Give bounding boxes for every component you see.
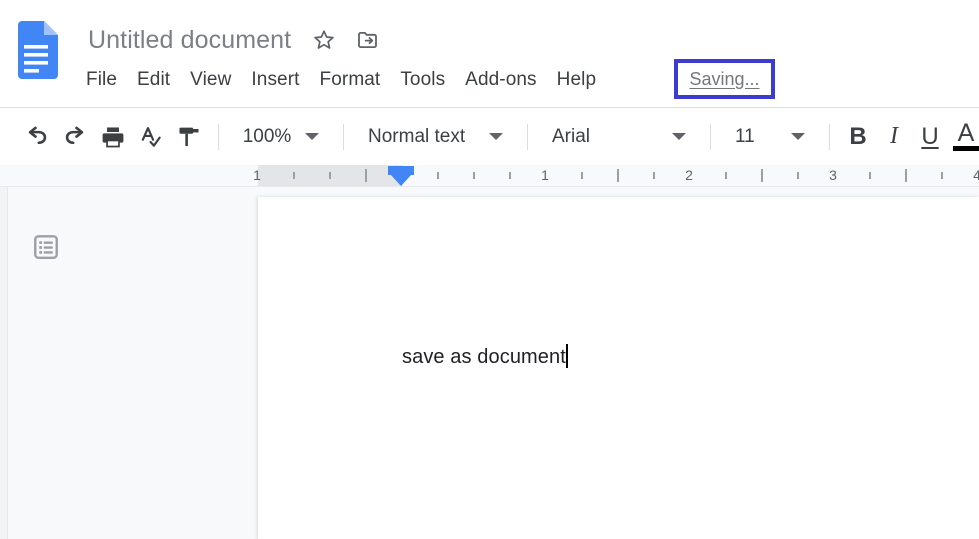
chevron-down-icon bbox=[791, 133, 805, 140]
menu-item-format[interactable]: Format bbox=[310, 67, 391, 93]
spell-check-button[interactable] bbox=[132, 118, 170, 156]
toolbar-divider bbox=[527, 123, 528, 150]
left-edge-strip bbox=[0, 187, 8, 539]
toolbar-divider bbox=[710, 123, 711, 150]
save-status-highlight: Saving... bbox=[674, 59, 775, 99]
ruler-tick bbox=[581, 172, 583, 179]
toolbar-divider bbox=[218, 123, 219, 150]
page-title[interactable]: Untitled document bbox=[86, 25, 293, 56]
ruler[interactable]: 1 1 2 3 4 bbox=[0, 165, 979, 187]
ruler-tick bbox=[329, 172, 331, 179]
move-to-folder-icon[interactable] bbox=[355, 27, 381, 53]
font-size-value: 11 bbox=[735, 125, 755, 147]
ruler-number: 2 bbox=[685, 167, 693, 183]
ruler-tick bbox=[941, 172, 943, 179]
print-button[interactable] bbox=[94, 118, 132, 156]
menu-bar: File Edit View Insert Format Tools Add-o… bbox=[86, 63, 606, 97]
ruler-tick bbox=[437, 172, 439, 179]
font-family-dropdown[interactable]: Arial bbox=[538, 119, 700, 155]
zoom-value: 100% bbox=[242, 125, 292, 147]
google-docs-logo-icon[interactable] bbox=[14, 21, 58, 79]
ruler-number: 1 bbox=[253, 167, 261, 183]
toolbar-divider bbox=[343, 123, 344, 150]
ruler-tick bbox=[293, 172, 295, 179]
formatting-toolbar: 100% Normal text Arial 11 B I U A bbox=[0, 108, 979, 165]
ruler-number: 4 bbox=[973, 167, 979, 183]
ruler-tick bbox=[617, 169, 619, 182]
bold-button[interactable]: B bbox=[840, 118, 876, 156]
ruler-tick bbox=[761, 169, 763, 182]
font-size-dropdown[interactable]: 11 bbox=[721, 119, 819, 155]
ruler-tick bbox=[509, 172, 511, 179]
left-indent-handle[interactable] bbox=[391, 175, 411, 186]
menu-item-help[interactable]: Help bbox=[547, 67, 606, 93]
google-docs-window: Untitled document File Edit View Insert … bbox=[0, 0, 979, 539]
header-bar: Untitled document File Edit View Insert … bbox=[0, 0, 979, 108]
document-page[interactable]: save as document bbox=[258, 197, 979, 539]
menu-item-addons[interactable]: Add-ons bbox=[455, 67, 546, 93]
zoom-dropdown[interactable]: 100% bbox=[229, 119, 333, 155]
font-family-value: Arial bbox=[552, 125, 591, 147]
ruler-tick bbox=[905, 169, 907, 182]
underline-button[interactable]: U bbox=[912, 118, 948, 156]
toolbar-divider bbox=[829, 123, 830, 150]
ruler-tick bbox=[869, 172, 871, 179]
ruler-number: 3 bbox=[829, 167, 837, 183]
ruler-tick bbox=[653, 172, 655, 179]
first-line-indent-handle[interactable] bbox=[388, 166, 414, 175]
chevron-down-icon bbox=[489, 133, 503, 140]
document-outline-icon[interactable] bbox=[30, 231, 62, 263]
document-text-content: save as document bbox=[402, 346, 566, 368]
star-icon[interactable] bbox=[311, 27, 337, 53]
title-row: Untitled document bbox=[86, 20, 381, 60]
text-color-label: A bbox=[957, 118, 975, 147]
document-body-text[interactable]: save as document bbox=[402, 344, 568, 369]
menu-item-tools[interactable]: Tools bbox=[390, 67, 455, 93]
ruler-tick bbox=[797, 172, 799, 179]
text-color-swatch bbox=[953, 146, 979, 152]
italic-button[interactable]: I bbox=[876, 118, 912, 156]
paragraph-style-dropdown[interactable]: Normal text bbox=[354, 119, 517, 155]
ruler-tick bbox=[725, 172, 727, 179]
chevron-down-icon bbox=[672, 133, 686, 140]
save-status-label[interactable]: Saving... bbox=[689, 69, 759, 90]
paragraph-style-value: Normal text bbox=[368, 125, 466, 147]
paint-format-button[interactable] bbox=[170, 118, 208, 156]
text-color-button[interactable]: A bbox=[948, 118, 979, 156]
menu-item-insert[interactable]: Insert bbox=[241, 67, 309, 93]
ruler-tick bbox=[365, 169, 367, 182]
menu-item-file[interactable]: File bbox=[86, 67, 127, 93]
text-cursor bbox=[565, 344, 568, 368]
ruler-tick bbox=[473, 172, 475, 179]
menu-item-view[interactable]: View bbox=[180, 67, 241, 93]
chevron-down-icon bbox=[305, 133, 320, 140]
redo-button[interactable] bbox=[56, 118, 94, 156]
document-workspace: save as document bbox=[0, 187, 979, 539]
left-indent-marker[interactable] bbox=[388, 165, 414, 186]
ruler-number: 1 bbox=[541, 167, 549, 183]
undo-button[interactable] bbox=[18, 118, 56, 156]
menu-item-edit[interactable]: Edit bbox=[127, 67, 180, 93]
